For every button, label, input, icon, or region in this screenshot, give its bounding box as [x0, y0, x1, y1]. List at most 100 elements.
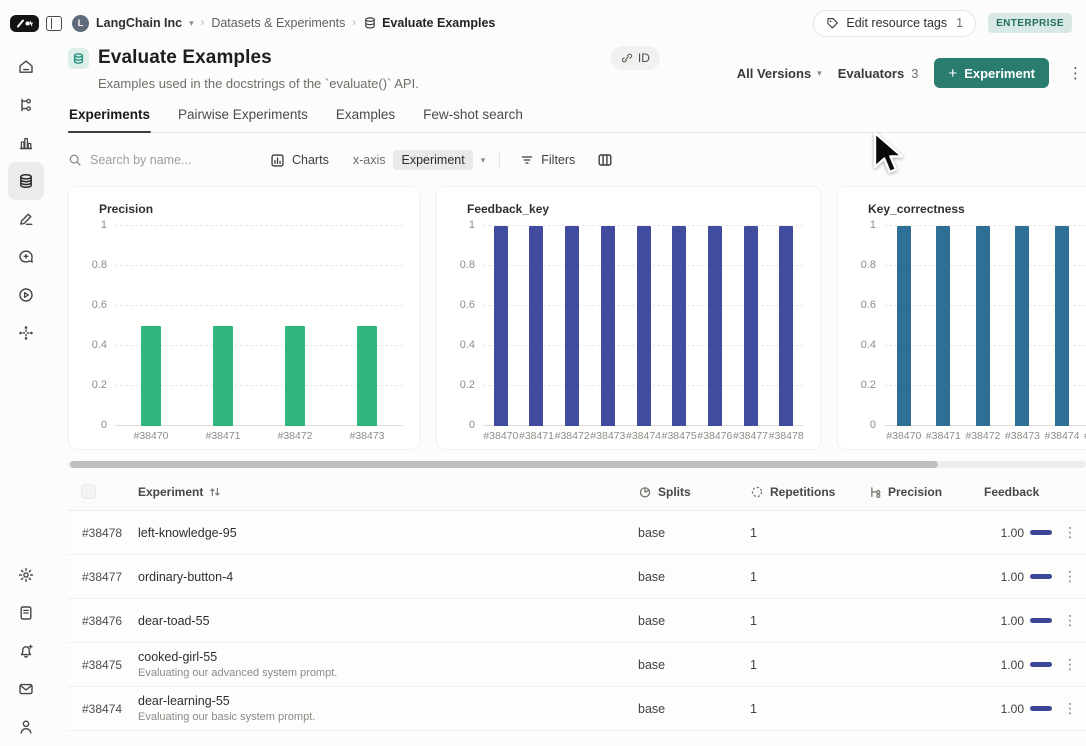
experiment-name-cell[interactable]: cooked-girl-55 Evaluating our advanced sy…: [138, 650, 638, 679]
sidebar-item-settings[interactable]: [8, 556, 44, 594]
sidebar-item-deployments[interactable]: [8, 314, 44, 352]
feedback-score-bar: [1030, 530, 1052, 535]
y-tick-label: 1: [100, 219, 107, 231]
chart-bar[interactable]: [357, 326, 377, 426]
chart-bar[interactable]: [285, 326, 305, 426]
chart-bar[interactable]: [743, 226, 758, 426]
versions-dropdown[interactable]: All Versions ▾: [737, 66, 822, 81]
column-header-feedback: Feedback: [984, 484, 1040, 499]
xaxis-selector[interactable]: x-axis Experiment ▾: [353, 150, 485, 170]
feedback-score-bar: [1030, 706, 1052, 711]
langsmith-logo[interactable]: [10, 14, 39, 32]
chart-bar[interactable]: [1015, 226, 1030, 426]
chart-bar[interactable]: [707, 226, 722, 426]
tab-bar: Experiments Pairwise Experiments Example…: [68, 107, 1086, 133]
scrollbar-thumb[interactable]: [70, 461, 938, 468]
experiment-name: cooked-girl-55: [138, 650, 218, 664]
edit-resource-tags-button[interactable]: Edit resource tags 1: [813, 9, 977, 37]
search-box[interactable]: [68, 153, 254, 167]
experiment-name-cell[interactable]: ordinary-button-4: [138, 570, 638, 584]
sort-icon[interactable]: [209, 486, 221, 498]
charts-button[interactable]: Charts: [264, 149, 335, 172]
tab-pairwise-experiments[interactable]: Pairwise Experiments: [177, 107, 309, 132]
sidebar-item-datasets[interactable]: [8, 162, 44, 200]
chevron-down-icon[interactable]: ▾: [481, 155, 486, 166]
chart-bar[interactable]: [141, 326, 161, 426]
table-row[interactable]: #38477 ordinary-button-4 base 1 1.00 ⋮: [68, 555, 1086, 599]
y-tick-label: 0.2: [91, 379, 107, 391]
experiments-table: Experiment Splits Repetitions Precision …: [68, 473, 1086, 731]
chart-bar[interactable]: [779, 226, 794, 426]
select-all-checkbox[interactable]: [81, 484, 96, 499]
column-header-precision: Precision: [868, 485, 984, 499]
row-kebab-menu[interactable]: ⋮: [1054, 700, 1086, 717]
new-experiment-button[interactable]: + Experiment: [934, 58, 1049, 88]
chart-card-precision: Precision 0 0.2 0.4 0.6 0.8 1 #38470 #38471 #38…: [68, 186, 420, 450]
filters-button[interactable]: Filters: [514, 149, 581, 171]
x-tick-label: #38474: [625, 430, 662, 442]
y-tick-label: 1: [869, 219, 876, 231]
row-kebab-menu[interactable]: ⋮: [1054, 568, 1086, 585]
xaxis-value[interactable]: Experiment: [393, 150, 473, 170]
tab-examples[interactable]: Examples: [335, 107, 396, 132]
chart-bar[interactable]: [672, 226, 687, 426]
breadcrumb-section[interactable]: Datasets & Experiments: [211, 16, 345, 30]
y-tick-label: 0.2: [860, 379, 876, 391]
y-axis: 0 0.2 0.4 0.6 0.8 1: [453, 219, 483, 431]
sidebar-item-home[interactable]: [8, 48, 44, 86]
org-avatar[interactable]: L: [72, 14, 89, 32]
chevron-down-icon[interactable]: ▾: [189, 18, 194, 29]
table-row[interactable]: #38474 dear-learning-55 Evaluating our bas…: [68, 687, 1086, 731]
sidebar-item-playground[interactable]: [8, 276, 44, 314]
sidebar-toggle-icon[interactable]: [46, 15, 62, 31]
horizontal-scrollbar[interactable]: [68, 461, 1086, 468]
experiments-toolbar: Charts x-axis Experiment ▾ Filters: [68, 145, 1086, 175]
breadcrumb-page[interactable]: Evaluate Examples: [363, 16, 495, 30]
chart-bar[interactable]: [529, 226, 544, 426]
chart-bar[interactable]: [636, 226, 651, 426]
y-tick-label: 0: [100, 419, 107, 431]
chart-bar[interactable]: [975, 226, 990, 426]
row-kebab-menu[interactable]: ⋮: [1054, 612, 1086, 629]
tab-few-shot-search[interactable]: Few-shot search: [422, 107, 524, 132]
experiment-name-cell[interactable]: dear-learning-55 Evaluating our basic sys…: [138, 694, 638, 723]
experiment-name-cell[interactable]: dear-toad-55: [138, 614, 638, 628]
sidebar-item-annotation[interactable]: [8, 200, 44, 238]
search-input[interactable]: [90, 153, 240, 167]
sidebar-item-tracing[interactable]: [8, 86, 44, 124]
table-row[interactable]: #38476 dear-toad-55 base 1 1.00 ⋮: [68, 599, 1086, 643]
chart-bar[interactable]: [936, 226, 951, 426]
sidebar-item-notifications[interactable]: [8, 632, 44, 670]
table-row[interactable]: #38478 left-knowledge-95 base 1 1.00 ⋮: [68, 511, 1086, 555]
breadcrumb-org[interactable]: LangChain Inc: [96, 16, 182, 30]
feedback-value: 1.00: [1000, 569, 1024, 584]
chart-bar[interactable]: [213, 326, 233, 426]
column-header-experiment[interactable]: Experiment: [138, 485, 638, 499]
sidebar-item-docs[interactable]: [8, 594, 44, 632]
chart-bar[interactable]: [896, 226, 911, 426]
table-row[interactable]: #38475 cooked-girl-55 Evaluating our advan…: [68, 643, 1086, 687]
experiment-name-cell[interactable]: left-knowledge-95: [138, 526, 638, 540]
row-kebab-menu[interactable]: ⋮: [1054, 656, 1086, 673]
evaluators-button[interactable]: Evaluators 3: [838, 66, 919, 81]
sidebar-item-monitoring[interactable]: [8, 124, 44, 162]
x-tick-label: #38471: [518, 430, 555, 442]
copy-id-button[interactable]: ID: [610, 46, 660, 70]
chart-title: Key_correctness: [868, 202, 965, 216]
page-header: Evaluate Examples ID Examples used in th…: [68, 46, 1086, 91]
distribute-icon: [19, 326, 33, 340]
tab-experiments[interactable]: Experiments: [68, 107, 152, 133]
chart-bar[interactable]: [600, 226, 615, 426]
sidebar-item-profile[interactable]: [8, 708, 44, 746]
sidebar-item-prompts[interactable]: [8, 238, 44, 276]
database-icon: [20, 173, 32, 189]
chart-bar[interactable]: [493, 226, 508, 426]
chart-bar[interactable]: [1055, 226, 1069, 426]
sidebar-item-mail[interactable]: [8, 670, 44, 708]
header-kebab-menu[interactable]: ⋮: [1065, 64, 1086, 82]
row-kebab-menu[interactable]: ⋮: [1054, 524, 1086, 541]
trace-tree-icon: [21, 98, 31, 112]
x-tick-label: #38475: [661, 430, 697, 442]
chart-bar[interactable]: [565, 226, 580, 426]
columns-button[interactable]: [591, 148, 619, 172]
